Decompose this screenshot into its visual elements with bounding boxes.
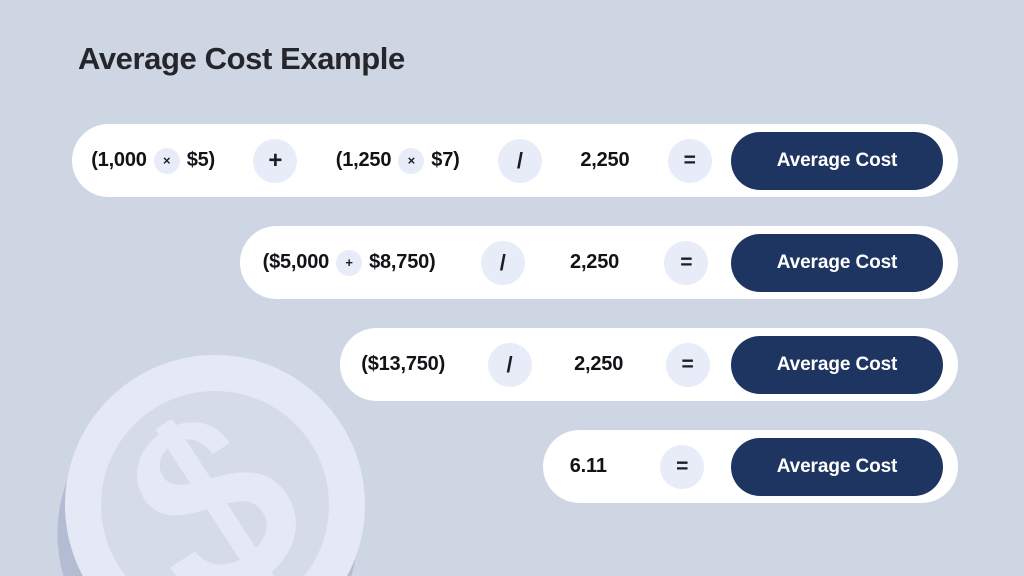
divide-icon: / — [497, 138, 542, 183]
term-divisor: 2,250 — [570, 251, 620, 273]
term-open-paren-and-first-addend: ($5,000 — [262, 251, 330, 273]
result-pill-row-2[interactable]: Average Cost — [731, 233, 943, 292]
term-divisor: 2,250 — [580, 149, 630, 171]
term-group-add: ($5,000 + $8,750) — [262, 249, 436, 276]
divide-icon: / — [487, 342, 532, 387]
result-pill-row-4[interactable]: Average Cost — [731, 437, 943, 496]
equation-card-row-2: ($5,000 + $8,750) / 2,250 = Average Cost — [240, 226, 958, 299]
term-group-multiply-1: (1,000 × $5) — [91, 147, 216, 174]
term-quotient: 6.11 — [569, 455, 607, 477]
result-pill-row-3[interactable]: Average Cost — [731, 335, 943, 394]
equals-icon: = — [665, 342, 710, 387]
equation-expression-row-1: (1,000 × $5) + (1,250 × $7) / 2,250 = — [72, 124, 731, 197]
term-numerator: ($13,750) — [361, 353, 446, 375]
plus-icon: + — [336, 249, 363, 276]
term-group-multiply-2: (1,250 × $7) — [335, 147, 460, 174]
equation-card-row-3: ($13,750) / 2,250 = Average Cost — [340, 328, 958, 401]
term-price-and-close-paren: $7) — [431, 149, 460, 171]
term-open-paren-and-quantity: (1,250 — [335, 149, 392, 171]
multiply-icon: × — [398, 147, 425, 174]
divide-icon: / — [480, 240, 525, 285]
plus-icon: + — [253, 138, 298, 183]
term-open-paren-and-quantity: (1,000 — [91, 149, 147, 171]
equation-expression-row-2: ($5,000 + $8,750) / 2,250 = — [240, 226, 731, 299]
term-price-and-close-paren: $5) — [186, 149, 216, 171]
equation-expression-row-4: 6.11 = — [543, 430, 731, 503]
equation-card-row-1: (1,000 × $5) + (1,250 × $7) / 2,250 = Av… — [72, 124, 958, 197]
equation-expression-row-3: ($13,750) / 2,250 = — [340, 328, 731, 401]
term-divisor: 2,250 — [574, 353, 624, 375]
result-pill-row-1[interactable]: Average Cost — [731, 131, 943, 190]
term-second-addend-and-close-paren: $8,750) — [369, 251, 436, 273]
equation-card-row-4: 6.11 = Average Cost — [543, 430, 958, 503]
equals-icon: = — [667, 138, 712, 183]
multiply-icon: × — [153, 147, 180, 174]
equation-rows: (1,000 × $5) + (1,250 × $7) / 2,250 = Av… — [0, 0, 1024, 576]
equals-icon: = — [660, 444, 705, 489]
equals-icon: = — [664, 240, 709, 285]
